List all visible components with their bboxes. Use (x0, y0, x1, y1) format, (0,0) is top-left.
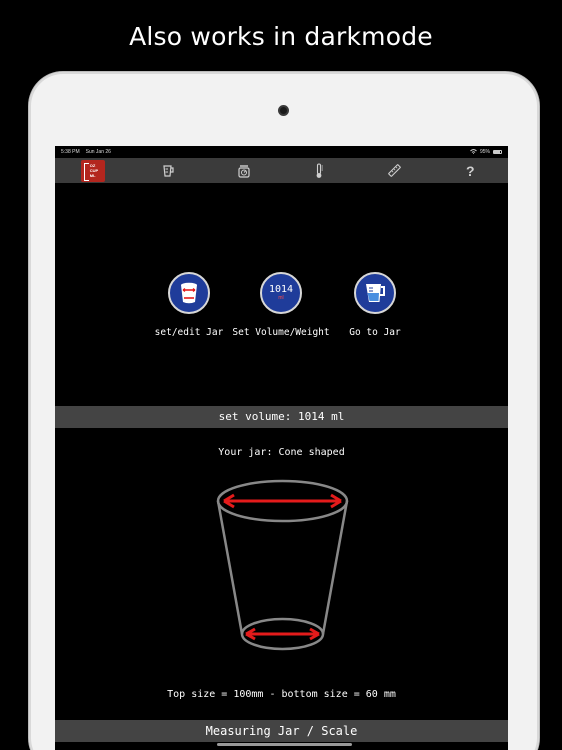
battery-percent: 95% (479, 149, 490, 155)
app-screen: 5:38 PM Sun Jan 26 95% OZ CUP ML ? set/e… (55, 146, 508, 750)
edit-jar-action[interactable]: set/edit Jar (139, 272, 239, 338)
tab-temperature[interactable] (304, 160, 334, 182)
volume-display: 1014 ml (269, 284, 293, 302)
set-volume-button[interactable]: 1014 ml (260, 272, 302, 314)
wifi-icon (470, 148, 477, 156)
status-time: 5:38 PM (61, 149, 80, 155)
status-bar: 5:38 PM Sun Jan 26 95% (55, 146, 508, 158)
help-icon: ? (465, 162, 475, 179)
status-date: Sun Jan 26 (85, 149, 111, 155)
jar-outline (216, 500, 244, 635)
edit-jar-label: set/edit Jar (154, 327, 224, 338)
measuring-cup-icon (163, 164, 174, 177)
jar-size-text: Top size = 100mm - bottom size = 60 mm (167, 689, 396, 700)
tab-ruler[interactable] (380, 160, 410, 182)
action-buttons: set/edit Jar 1014 ml Set Volume/Weight G… (55, 272, 508, 352)
measuring-jug-icon (366, 284, 385, 302)
app-logo-icon: OZ CUP ML (80, 159, 105, 182)
logo-button[interactable]: OZ CUP ML (78, 159, 108, 182)
cone-jar-diagram (216, 479, 349, 651)
go-to-jar-button[interactable] (354, 272, 396, 314)
set-volume-label: Set Volume/Weight (232, 327, 330, 338)
go-to-jar-label: Go to Jar (349, 327, 401, 338)
home-indicator[interactable] (217, 743, 352, 746)
footer-title-bar[interactable]: Measuring Jar / Scale (55, 720, 508, 742)
set-volume-action[interactable]: 1014 ml Set Volume/Weight (231, 272, 331, 338)
thermometer-icon (316, 162, 324, 178)
status-right: 95% (470, 148, 502, 156)
tab-help[interactable]: ? (455, 160, 485, 182)
edit-jar-button[interactable] (168, 272, 210, 314)
volume-unit: ml (278, 295, 284, 301)
tab-scale[interactable] (229, 160, 259, 182)
scale-icon (238, 164, 250, 178)
toolbar: OZ CUP ML ? (55, 158, 508, 183)
logo-line-ml: ML (89, 173, 96, 178)
ruler-icon (388, 164, 402, 177)
volume-status-bar: set volume: 1014 ml (55, 406, 508, 428)
cup-icon (181, 282, 197, 304)
jar-title: Your jar: Cone shaped (218, 447, 345, 458)
headline: Also works in darkmode (129, 22, 433, 51)
tab-measuring-cup[interactable] (153, 160, 183, 182)
jar-outline-right (321, 500, 349, 635)
camera-icon (278, 105, 289, 116)
battery-icon (493, 150, 502, 154)
go-to-jar-action[interactable]: Go to Jar (325, 272, 425, 338)
